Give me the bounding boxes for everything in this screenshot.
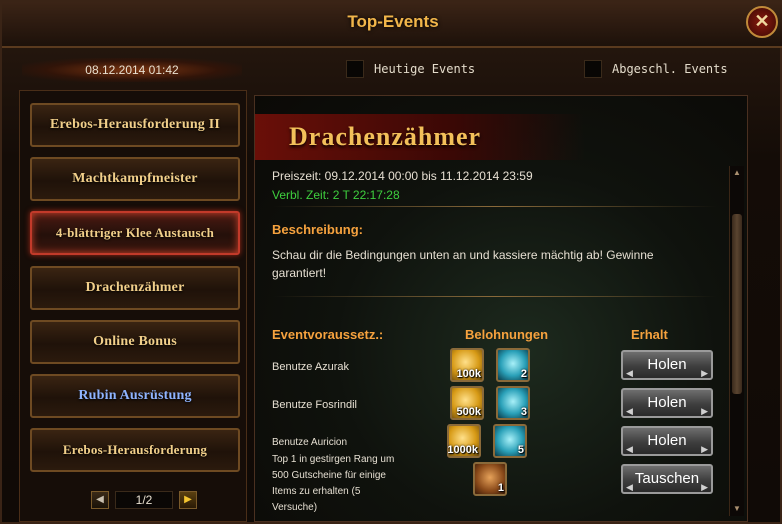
description-line-1: Schau dir die Bedingungen unten an und k… <box>272 248 654 262</box>
sidebar-item-klee-austausch[interactable]: 4-blättriger Klee Austausch <box>30 211 240 255</box>
claim-button-label: Holen <box>647 394 687 411</box>
rank-condition-line-4: Versuche) <box>272 502 318 513</box>
gold-coin-icon[interactable]: 1000k <box>447 424 481 458</box>
filter-finished-label: Abgeschl. Events <box>612 62 728 76</box>
scroll-thumb[interactable] <box>732 214 742 394</box>
condition-azurak: Benutze Azurak <box>272 361 350 373</box>
close-icon[interactable]: ✕ <box>746 6 778 38</box>
next-page-icon[interactable]: ▶ <box>179 491 197 509</box>
filter-today[interactable]: Heutige Events <box>346 59 475 79</box>
checkbox-finished[interactable] <box>584 60 602 78</box>
prize-time: Preiszeit: 09.12.2014 00:00 bis 11.12.20… <box>272 169 533 183</box>
sidebar-item-erebos-2[interactable]: Erebos-Herausforderung II <box>30 103 240 147</box>
crystal-icon[interactable]: 2 <box>496 348 530 382</box>
reward-amount: 1000k <box>447 444 478 456</box>
crystal-icon[interactable]: 3 <box>496 386 530 420</box>
rank-condition-line-2: 500 Gutscheine für einige <box>272 470 386 481</box>
reward-amount: 2 <box>520 368 527 380</box>
claim-button[interactable]: ◀ Holen ▶ <box>621 426 713 456</box>
column-receive: Erhalt <box>631 327 668 342</box>
sidebar-item-online-bonus[interactable]: Online Bonus <box>30 320 240 364</box>
condition-fosrindil: Benutze Fosrindil <box>272 399 357 411</box>
filter-today-label: Heutige Events <box>374 62 476 76</box>
sidebar-item-machtkampfmeister[interactable]: Machtkampfmeister <box>30 157 240 201</box>
current-datetime: 08.12.2014 01:42 <box>22 58 242 82</box>
reward-amount: 500k <box>456 406 481 418</box>
rank-condition-line-3: Items zu erhalten (5 <box>272 486 361 497</box>
sidebar-item-rubin-ausruestung[interactable]: Rubin Ausrüstung <box>30 374 240 418</box>
scroll-down-icon[interactable]: ▼ <box>732 504 742 514</box>
prev-page-icon[interactable]: ◀ <box>91 491 109 509</box>
event-title: Drachenzähmer <box>289 122 482 151</box>
event-list: Erebos-Herausforderung II Machtkampfmeis… <box>19 90 247 522</box>
condition-auricion: Benutze Auricion <box>272 437 348 448</box>
exchange-button-label: Tauschen <box>634 470 700 487</box>
claim-button[interactable]: ◀ Holen ▶ <box>621 388 713 418</box>
page-indicator: 1/2 <box>115 491 173 509</box>
scrollbar[interactable]: ▲ ▼ <box>729 166 744 516</box>
reward-amount: 3 <box>520 406 527 418</box>
remaining-time: Verbl. Zeit: 2 T 22:17:28 <box>272 188 400 202</box>
reward-amount: 1 <box>497 482 504 494</box>
window-title: Top-Events <box>347 12 439 31</box>
scroll-up-icon[interactable]: ▲ <box>732 168 742 178</box>
filter-finished[interactable]: Abgeschl. Events <box>584 59 728 79</box>
sidebar-item-drachenzaehmer[interactable]: Drachenzähmer <box>30 266 240 310</box>
gold-coin-icon[interactable]: 100k <box>450 348 484 382</box>
event-detail-panel: Drachenzähmer Preiszeit: 09.12.2014 00:0… <box>254 95 748 522</box>
description-heading: Beschreibung: <box>272 222 364 237</box>
title-bar: Top-Events ✕ <box>2 2 782 48</box>
checkbox-today[interactable] <box>346 60 364 78</box>
description-line-2: garantiert! <box>272 266 327 280</box>
claim-button-label: Holen <box>647 356 687 373</box>
sidebar-item-erebos[interactable]: Erebos-Herausforderung <box>30 428 240 472</box>
reward-amount: 100k <box>456 368 481 380</box>
column-condition: Eventvoraussetz.: <box>272 327 384 342</box>
sidebar-pager: ◀ 1/2 ▶ <box>91 491 197 509</box>
reward-amount: 5 <box>517 444 524 456</box>
voucher-scroll-icon[interactable]: 1 <box>473 462 507 496</box>
gold-coin-icon[interactable]: 500k <box>450 386 484 420</box>
claim-button[interactable]: ◀ Holen ▶ <box>621 350 713 380</box>
column-rewards: Belohnungen <box>465 327 549 342</box>
exchange-button[interactable]: ◀ Tauschen ▶ <box>621 464 713 494</box>
rank-condition-line-1: Top 1 in gestirgen Rang um <box>272 454 395 465</box>
crystal-icon[interactable]: 5 <box>493 424 527 458</box>
event-window: Top-Events ✕ 08.12.2014 01:42 Heutige Ev… <box>0 0 782 524</box>
claim-button-label: Holen <box>647 432 687 449</box>
divider <box>273 296 717 297</box>
divider <box>273 206 717 207</box>
